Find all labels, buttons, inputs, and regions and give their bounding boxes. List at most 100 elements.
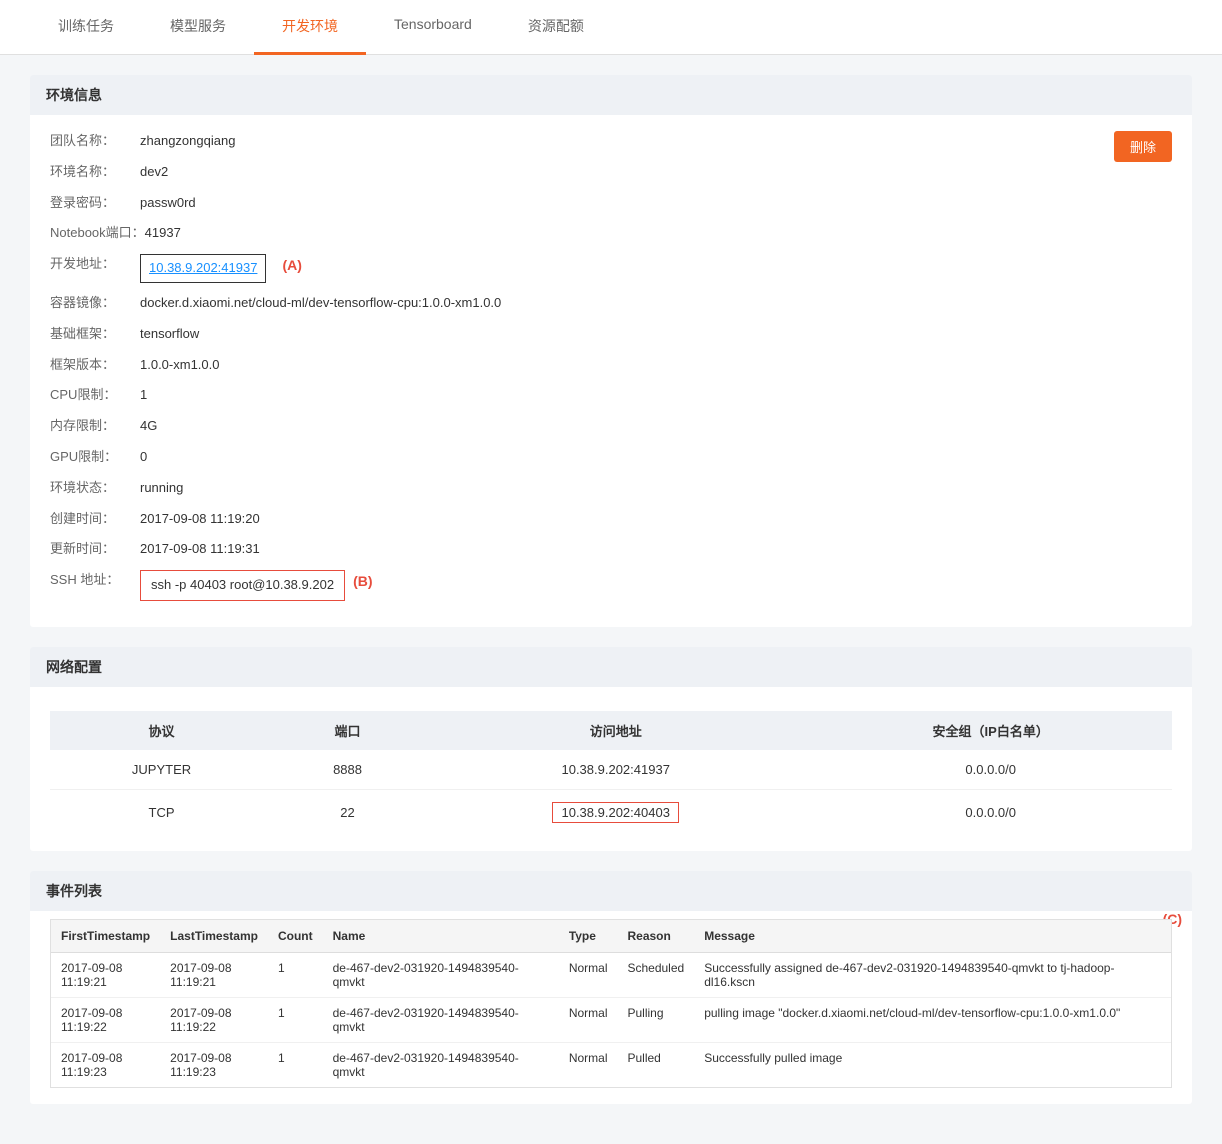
delete-button[interactable]: 删除 xyxy=(1114,131,1172,162)
jupyter-address: 10.38.9.202:41937 xyxy=(422,750,809,790)
gpu-limit-label: GPU限制： xyxy=(50,447,140,468)
password-row: 登录密码： passw0rd xyxy=(50,193,1172,214)
framework-version-row: 框架版本： 1.0.0-xm1.0.0 xyxy=(50,355,1172,376)
events-header: 事件列表 xyxy=(30,871,1192,911)
event-cell: 2017-09-08 11:19:21 xyxy=(160,952,268,997)
network-table: 协议 端口 访问地址 安全组（IP白名单） JUPYTER 8888 10.38… xyxy=(50,711,1172,835)
dev-address-box: 10.38.9.202:41937 xyxy=(140,254,266,283)
memory-limit-value: 4G xyxy=(140,416,157,437)
cpu-limit-row: CPU限制： 1 xyxy=(50,385,1172,406)
events-section: 事件列表 (C) FirstTimestamp LastTimestamp Co… xyxy=(30,871,1192,1104)
event-cell: 2017-09-08 11:19:23 xyxy=(51,1042,160,1087)
password-label: 登录密码： xyxy=(50,193,140,214)
event-cell: Pulled xyxy=(617,1042,694,1087)
event-cell: de-467-dev2-031920-1494839540-qmvkt xyxy=(323,1042,559,1087)
col-reason: Reason xyxy=(617,920,694,953)
event-cell: 1 xyxy=(268,997,323,1042)
events-body: (C) FirstTimestamp LastTimestamp Count N… xyxy=(30,911,1192,1104)
jupyter-security: 0.0.0.0/0 xyxy=(809,750,1172,790)
event-cell: 1 xyxy=(268,952,323,997)
col-first-ts: FirstTimestamp xyxy=(51,920,160,953)
env-name-label: 环境名称： xyxy=(50,162,140,183)
event-cell: 2017-09-08 11:19:22 xyxy=(51,997,160,1042)
updated-time-row: 更新时间： 2017-09-08 11:19:31 xyxy=(50,539,1172,560)
gpu-limit-value: 0 xyxy=(140,447,147,468)
jupyter-port: 8888 xyxy=(273,750,422,790)
events-table-wrapper[interactable]: FirstTimestamp LastTimestamp Count Name … xyxy=(50,919,1172,1088)
cpu-limit-label: CPU限制： xyxy=(50,385,140,406)
env-info-section: 环境信息 删除 团队名称： zhangzongqiang 环境名称： dev2 … xyxy=(30,75,1192,627)
event-cell: Normal xyxy=(559,997,618,1042)
env-name-row: 环境名称： dev2 xyxy=(50,162,1172,183)
container-image-value: docker.d.xiaomi.net/cloud-ml/dev-tensorf… xyxy=(140,293,501,314)
event-cell: pulling image "docker.d.xiaomi.net/cloud… xyxy=(694,997,1171,1042)
dev-address-link[interactable]: 10.38.9.202:41937 xyxy=(149,260,257,275)
notebook-port-row: Notebook端口： 41937 xyxy=(50,223,1172,244)
ssh-address-box: ssh -p 40403 root@10.38.9.202 xyxy=(140,570,345,601)
env-name-value: dev2 xyxy=(140,162,168,183)
updated-time-label: 更新时间： xyxy=(50,539,140,560)
dev-address-row: 开发地址： 10.38.9.202:41937 (A) xyxy=(50,254,1172,283)
event-cell: de-467-dev2-031920-1494839540-qmvkt xyxy=(323,952,559,997)
event-cell: Successfully pulled image xyxy=(694,1042,1171,1087)
notebook-port-value: 41937 xyxy=(145,223,181,244)
ssh-address-label: SSH 地址： xyxy=(50,570,140,601)
tab-dev[interactable]: 开发环境 xyxy=(254,0,366,55)
tab-resource[interactable]: 资源配额 xyxy=(500,0,612,55)
created-time-row: 创建时间： 2017-09-08 11:19:20 xyxy=(50,509,1172,530)
col-protocol: 协议 xyxy=(50,711,273,750)
events-table: FirstTimestamp LastTimestamp Count Name … xyxy=(51,920,1171,1087)
team-name-label: 团队名称： xyxy=(50,131,140,152)
col-count: Count xyxy=(268,920,323,953)
container-image-label: 容器镜像： xyxy=(50,293,140,314)
team-name-value: zhangzongqiang xyxy=(140,131,235,152)
tabs-bar: 训练任务 模型服务 开发环境 Tensorboard 资源配额 xyxy=(0,0,1222,55)
event-cell: 2017-09-08 11:19:23 xyxy=(160,1042,268,1087)
dev-address-label: 开发地址： xyxy=(50,254,140,283)
event-cell: Successfully assigned de-467-dev2-031920… xyxy=(694,952,1171,997)
created-time-label: 创建时间： xyxy=(50,509,140,530)
event-cell: Normal xyxy=(559,1042,618,1087)
framework-label: 基础框架： xyxy=(50,324,140,345)
col-port: 端口 xyxy=(273,711,422,750)
jupyter-protocol: JUPYTER xyxy=(50,750,273,790)
tab-model[interactable]: 模型服务 xyxy=(142,0,254,55)
team-name-row: 团队名称： zhangzongqiang xyxy=(50,131,1172,152)
col-message: Message xyxy=(694,920,1171,953)
memory-limit-label: 内存限制： xyxy=(50,416,140,437)
updated-time-value: 2017-09-08 11:19:31 xyxy=(140,539,260,560)
event-cell: 2017-09-08 11:19:21 xyxy=(51,952,160,997)
event-cell: de-467-dev2-031920-1494839540-qmvkt xyxy=(323,997,559,1042)
annotation-a: (A) xyxy=(282,254,301,283)
event-cell: 2017-09-08 11:19:22 xyxy=(160,997,268,1042)
col-security: 安全组（IP白名单） xyxy=(809,711,1172,750)
framework-value: tensorflow xyxy=(140,324,199,345)
env-info-body: 删除 团队名称： zhangzongqiang 环境名称： dev2 登录密码：… xyxy=(30,115,1192,627)
notebook-port-label: Notebook端口： xyxy=(50,223,145,244)
tab-train[interactable]: 训练任务 xyxy=(30,0,142,55)
env-info-header: 环境信息 xyxy=(30,75,1192,115)
event-cell: 1 xyxy=(268,1042,323,1087)
event-cell: Scheduled xyxy=(617,952,694,997)
network-body: 协议 端口 访问地址 安全组（IP白名单） JUPYTER 8888 10.38… xyxy=(30,687,1192,851)
password-value: passw0rd xyxy=(140,193,196,214)
created-time-value: 2017-09-08 11:19:20 xyxy=(140,509,260,530)
tcp-address-box: 10.38.9.202:40403 xyxy=(552,802,678,823)
event-cell: Normal xyxy=(559,952,618,997)
tab-tensorboard[interactable]: Tensorboard xyxy=(366,0,500,55)
framework-version-label: 框架版本： xyxy=(50,355,140,376)
annotation-b: (B) xyxy=(353,570,372,601)
tcp-port: 22 xyxy=(273,789,422,835)
env-status-value: running xyxy=(140,478,183,499)
network-header: 网络配置 xyxy=(30,647,1192,687)
table-row: JUPYTER 8888 10.38.9.202:41937 0.0.0.0/0 xyxy=(50,750,1172,790)
tcp-protocol: TCP xyxy=(50,789,273,835)
event-cell: Pulling xyxy=(617,997,694,1042)
table-row: TCP 22 10.38.9.202:40403 0.0.0.0/0 xyxy=(50,789,1172,835)
table-row: 2017-09-08 11:19:212017-09-08 11:19:211d… xyxy=(51,952,1171,997)
gpu-limit-row: GPU限制： 0 xyxy=(50,447,1172,468)
cpu-limit-value: 1 xyxy=(140,385,147,406)
tcp-address: 10.38.9.202:40403 xyxy=(422,789,809,835)
table-row: 2017-09-08 11:19:232017-09-08 11:19:231d… xyxy=(51,1042,1171,1087)
col-address: 访问地址 xyxy=(422,711,809,750)
